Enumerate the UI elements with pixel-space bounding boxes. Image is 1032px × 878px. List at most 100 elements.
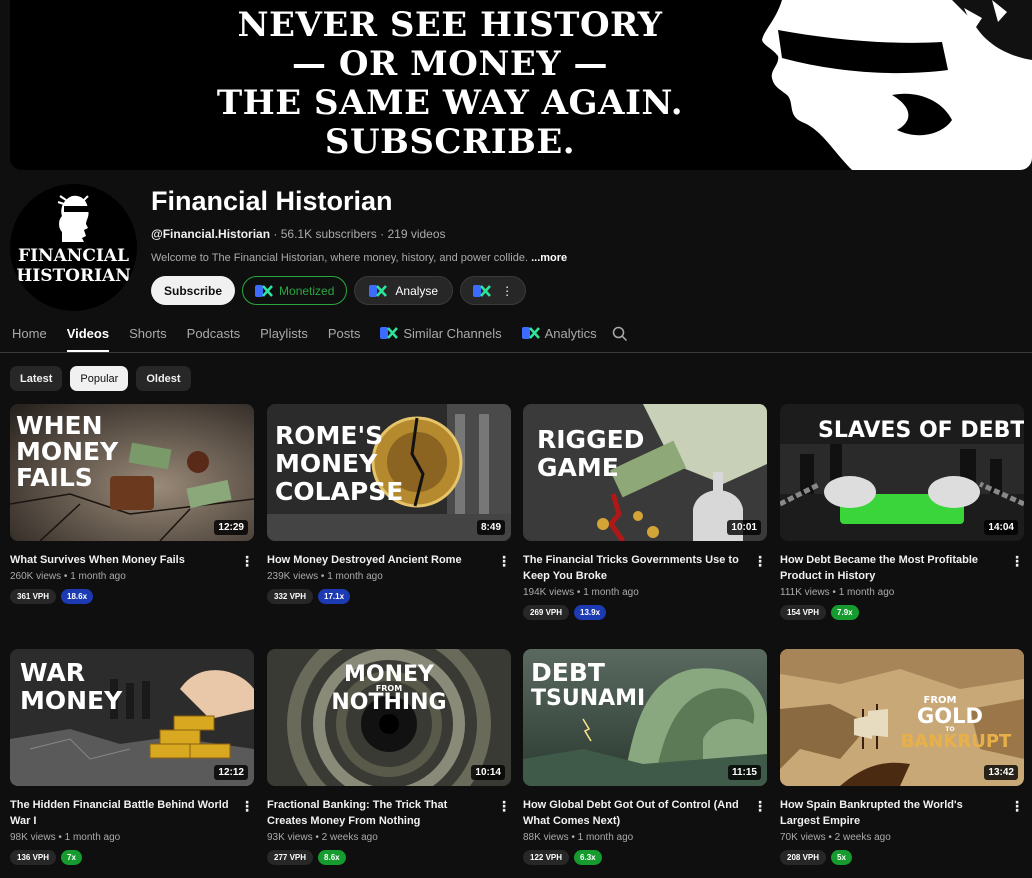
video-menu-icon[interactable]: ⋮ [497,554,511,568]
tab-label: Shorts [129,326,167,341]
analyse-label: Analyse [395,283,439,298]
video-card[interactable]: WAR MONEY 12:12 The Hidden Financial Bat… [10,649,254,865]
vidiq-icon [255,284,273,297]
video-card[interactable]: DEBT TSUNAMI 11:15 How Global Debt Got O… [523,649,767,865]
video-menu-icon[interactable]: ⋮ [497,799,511,813]
video-thumbnail[interactable]: WAR MONEY 12:12 [10,649,254,786]
tab-home[interactable]: Home [12,320,47,352]
banner-line: SUBSCRIBE. [324,122,576,162]
monetized-label: Monetized [279,283,335,298]
avatar-logo-text: FINANCIAL HISTORIAN [10,246,137,286]
video-card[interactable]: ROME'S MONEY COLAPSE 8:49 How Money Dest… [267,404,511,604]
thumb-title: DEBT [531,658,605,687]
video-menu-icon[interactable]: ⋮ [1010,554,1024,568]
video-stats: 332 VPH 17.1x [267,589,511,604]
tab-videos[interactable]: Videos [66,320,110,352]
video-thumbnail[interactable]: RIGGED GAME 10:01 [523,404,767,541]
video-stats: 154 VPH 7.9x [780,605,1024,620]
video-thumbnail[interactable]: DEBT TSUNAMI 11:15 [523,649,767,786]
multiplier-badge: 7.9x [831,605,859,620]
channel-actions: Subscribe Monetized Analyse ⋮ [151,276,527,305]
chip-popular[interactable]: Popular [70,366,129,391]
video-title[interactable]: The Financial Tricks Governments Use to … [523,552,745,584]
tab-similar-channels[interactable]: Similar Channels [380,320,502,352]
vph-badge: 208 VPH [780,850,827,865]
chip-label: Popular [80,372,119,385]
search-icon[interactable] [612,326,628,342]
tab-analytics[interactable]: Analytics [521,320,597,352]
more-actions-button[interactable]: ⋮ [460,276,527,305]
video-thumbnail[interactable]: ROME'S MONEY COLAPSE 8:49 [267,404,511,541]
thumb-title: TSUNAMI [531,686,645,711]
channel-meta: @Financial.Historian · 56.1K subscribers… [151,227,446,241]
meta-separator: · [380,227,385,241]
channel-avatar[interactable]: FINANCIAL HISTORIAN [10,184,137,311]
thumb-title: RIGGED [537,425,644,454]
video-thumbnail[interactable]: FROM GOLD TO BANKRUPT 13:42 [780,649,1024,786]
thumb-title: BANKRUPT [901,731,1012,752]
video-stats: 361 VPH 18.6x [10,589,254,604]
video-title[interactable]: How Money Destroyed Ancient Rome [267,552,489,568]
video-meta: 260K views • 1 month ago [10,571,126,582]
thumb-title: GOLD [917,704,983,728]
video-card[interactable]: RIGGED GAME 10:01 The Financial Tricks G… [523,404,767,620]
monetized-button[interactable]: Monetized [242,276,348,305]
video-meta: 98K views • 1 month ago [10,832,121,843]
banner-line: — OR MONEY — [292,44,608,84]
channel-banner: NEVER SEE HISTORY — OR MONEY — THE SAME … [10,0,1032,170]
video-thumbnail[interactable]: SLAVES OF DEBT 14:04 [780,404,1024,541]
video-title[interactable]: How Debt Became the Most Profitable Prod… [780,552,1002,584]
video-title[interactable]: Fractional Banking: The Trick That Creat… [267,797,489,829]
video-duration: 14:04 [984,520,1018,535]
view-count: 260K views [10,571,62,582]
tab-podcasts[interactable]: Podcasts [187,320,240,352]
tab-posts[interactable]: Posts [328,320,361,352]
video-stats: 269 VPH 13.9x [523,605,767,620]
video-menu-icon[interactable]: ⋮ [240,799,254,813]
video-meta: 93K views • 2 weeks ago [267,832,378,843]
chip-latest[interactable]: Latest [10,366,63,391]
tab-label: Playlists [260,326,308,341]
channel-handle[interactable]: @Financial.Historian [151,227,270,241]
chip-oldest[interactable]: Oldest [136,366,191,391]
upload-age: 2 weeks ago [321,832,378,843]
banner-line: NEVER SEE HISTORY [237,5,663,45]
more-link[interactable]: ...more [531,252,567,264]
video-thumbnail[interactable]: WHEN MONEY FAILS 12:29 [10,404,254,541]
subscribe-button[interactable]: Subscribe [151,276,236,305]
video-meta: 111K views • 1 month ago [780,587,895,598]
video-card[interactable]: FROM GOLD TO BANKRUPT 13:42 How Spain Ba… [780,649,1024,865]
tab-shorts[interactable]: Shorts [129,320,167,352]
tab-playlists[interactable]: Playlists [260,320,308,352]
upload-age: 2 weeks ago [834,832,891,843]
video-meta: 239K views • 1 month ago [267,571,383,582]
tab-label: Similar Channels [403,326,502,341]
video-count: 219 videos [387,227,446,241]
analyse-button[interactable]: Analyse [354,276,454,305]
video-title[interactable]: How Spain Bankrupted the World's Largest… [780,797,1002,829]
video-menu-icon[interactable]: ⋮ [753,799,767,813]
thumb-title: ROME'S [275,421,383,450]
upload-age: 1 month ago [838,587,895,598]
video-duration: 12:29 [214,520,248,535]
thumb-title: GAME [537,453,619,482]
upload-age: 1 month ago [583,587,639,598]
video-card[interactable]: WHEN MONEY FAILS 12:29 What Survives Whe… [10,404,254,604]
video-title[interactable]: What Survives When Money Fails [10,552,232,568]
video-title[interactable]: The Hidden Financial Battle Behind World… [10,797,232,829]
video-menu-icon[interactable]: ⋮ [1010,799,1024,813]
video-card[interactable]: SLAVES OF DEBT 14:04 How Debt Became the… [780,404,1024,620]
view-count: 98K views [10,832,56,843]
banner-line: THE SAME WAY AGAIN. [216,83,684,123]
video-title[interactable]: How Global Debt Got Out of Control (And … [523,797,745,829]
channel-description[interactable]: Welcome to The Financial Historian, wher… [151,252,567,264]
banner-text: NEVER SEE HISTORY — OR MONEY — THE SAME … [200,6,700,162]
video-thumbnail[interactable]: MONEY FROM NOTHING 10:14 [267,649,511,786]
channel-name: Financial Historian [151,186,393,216]
tab-label: Analytics [544,326,597,341]
thumb-title: MONEY [20,686,123,715]
video-card[interactable]: MONEY FROM NOTHING 10:14 Fractional Bank… [267,649,511,865]
video-menu-icon[interactable]: ⋮ [240,554,254,568]
video-stats: 208 VPH 5x [780,850,1024,865]
video-menu-icon[interactable]: ⋮ [753,554,767,568]
